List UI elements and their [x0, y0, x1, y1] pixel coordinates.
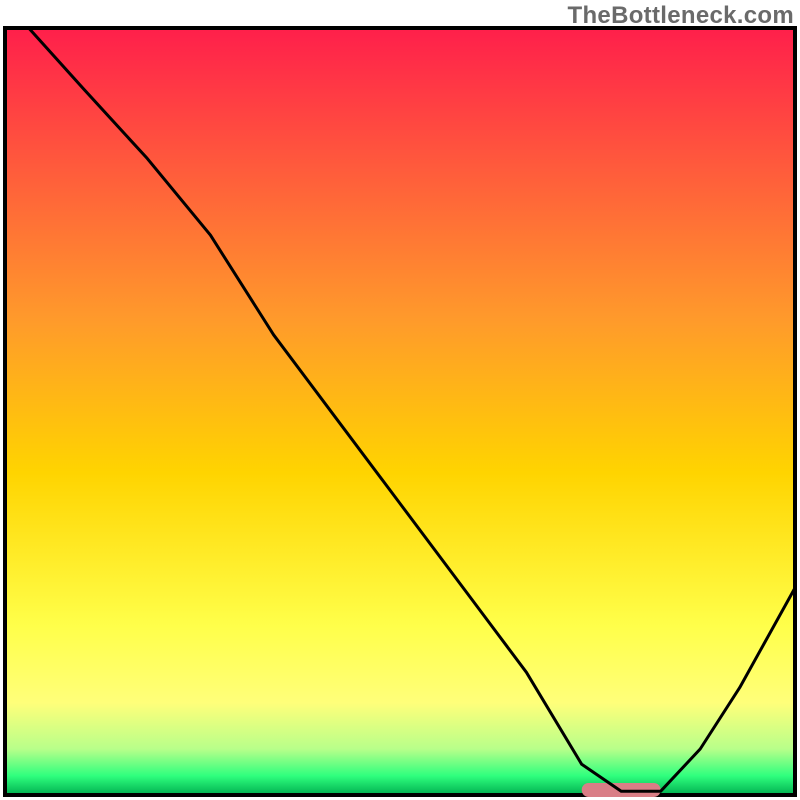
- watermark-text: TheBottleneck.com: [568, 2, 794, 30]
- bottleneck-chart: [0, 0, 800, 800]
- chart-stage: TheBottleneck.com: [0, 0, 800, 800]
- plot-background: [5, 28, 795, 795]
